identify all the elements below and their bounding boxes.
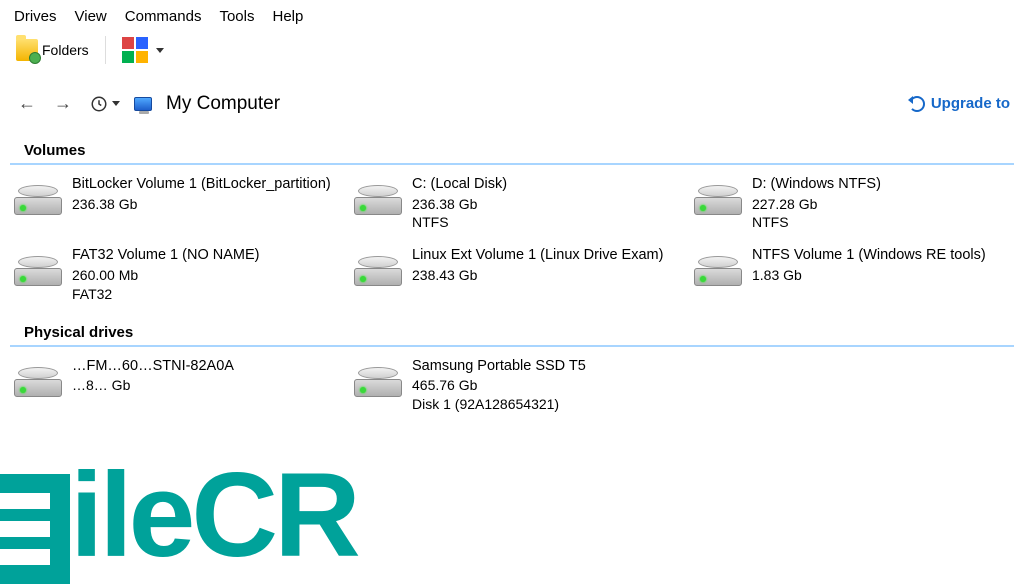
volume-fs: NTFS (412, 213, 507, 232)
upgrade-label: Upgrade to (931, 95, 1010, 112)
menu-view[interactable]: View (75, 8, 107, 25)
watermark-text: ileCR (70, 446, 357, 584)
volume-item[interactable]: BitLocker Volume 1 (BitLocker_partition)… (14, 175, 354, 232)
physical-grid: …FM…60…STNI-82A0A …8… Gb Samsung Portabl… (0, 357, 1024, 420)
drive-icon (354, 179, 402, 215)
chevron-down-icon (112, 101, 120, 106)
menubar: Drives View Commands Tools Help (0, 0, 1024, 33)
menu-drives[interactable]: Drives (14, 8, 57, 25)
menu-help[interactable]: Help (273, 8, 304, 25)
volume-fs: NTFS (752, 213, 881, 232)
history-button[interactable] (86, 91, 124, 117)
refresh-icon (909, 96, 925, 112)
upgrade-link[interactable]: Upgrade to (909, 95, 1010, 112)
nav-back-button[interactable]: ← (14, 89, 40, 118)
watermark: ileCR (0, 446, 357, 584)
physical-drive-item[interactable]: …FM…60…STNI-82A0A …8… Gb (14, 357, 354, 414)
volume-title: BitLocker Volume 1 (BitLocker_partition) (72, 175, 331, 195)
physical-drive-item[interactable]: Samsung Portable SSD T5 465.76 Gb Disk 1… (354, 357, 694, 414)
drive-icon (694, 250, 742, 286)
folders-label: Folders (42, 42, 89, 58)
drive-icon (14, 361, 62, 397)
folders-button[interactable]: Folders (10, 37, 95, 63)
volumes-grid: BitLocker Volume 1 (BitLocker_partition)… (0, 175, 1024, 310)
drive-icon (694, 179, 742, 215)
section-header-volumes: Volumes (10, 134, 1014, 165)
volume-size: 238.43 Gb (412, 266, 663, 285)
physical-size: 465.76 Gb (412, 376, 586, 395)
menu-tools[interactable]: Tools (219, 8, 254, 25)
watermark-block-icon (0, 474, 70, 584)
section-header-physical: Physical drives (10, 316, 1014, 347)
navbar: ← → My Computer Upgrade to (0, 71, 1024, 128)
physical-size: …8… Gb (72, 376, 234, 395)
drive-icon (14, 179, 62, 215)
volume-item[interactable]: D: (Windows NTFS) 227.28 Gb NTFS (694, 175, 1024, 232)
volume-fs: FAT32 (72, 285, 259, 304)
drive-icon (354, 250, 402, 286)
volume-size: 236.38 Gb (412, 195, 507, 214)
toolbar-separator (105, 36, 106, 64)
drive-icon (354, 361, 402, 397)
volume-size: 236.38 Gb (72, 195, 331, 214)
physical-title: …FM…60…STNI-82A0A (72, 357, 234, 377)
nav-forward-button[interactable]: → (50, 89, 76, 118)
view-grid-icon (122, 37, 148, 63)
volume-title: D: (Windows NTFS) (752, 175, 881, 195)
view-mode-button[interactable] (116, 35, 170, 65)
volume-size: 227.28 Gb (752, 195, 881, 214)
physical-extra: Disk 1 (92A128654321) (412, 395, 586, 414)
volume-title: NTFS Volume 1 (Windows RE tools) (752, 246, 986, 266)
chevron-down-icon (156, 48, 164, 53)
volume-item[interactable]: C: (Local Disk) 236.38 Gb NTFS (354, 175, 694, 232)
volume-item[interactable]: Linux Ext Volume 1 (Linux Drive Exam) 23… (354, 246, 694, 303)
volume-title: C: (Local Disk) (412, 175, 507, 195)
folder-icon (16, 39, 38, 61)
volume-item[interactable]: FAT32 Volume 1 (NO NAME) 260.00 Mb FAT32 (14, 246, 354, 303)
menu-commands[interactable]: Commands (125, 8, 202, 25)
volume-size: 260.00 Mb (72, 266, 259, 285)
volume-item[interactable]: NTFS Volume 1 (Windows RE tools) 1.83 Gb (694, 246, 1024, 303)
volume-size: 1.83 Gb (752, 266, 986, 285)
drive-icon (14, 250, 62, 286)
toolbar: Folders (0, 33, 1024, 71)
volume-title: Linux Ext Volume 1 (Linux Drive Exam) (412, 246, 663, 266)
location-label: My Computer (166, 93, 280, 115)
computer-icon (134, 97, 152, 111)
volume-title: FAT32 Volume 1 (NO NAME) (72, 246, 259, 266)
physical-title: Samsung Portable SSD T5 (412, 357, 586, 377)
